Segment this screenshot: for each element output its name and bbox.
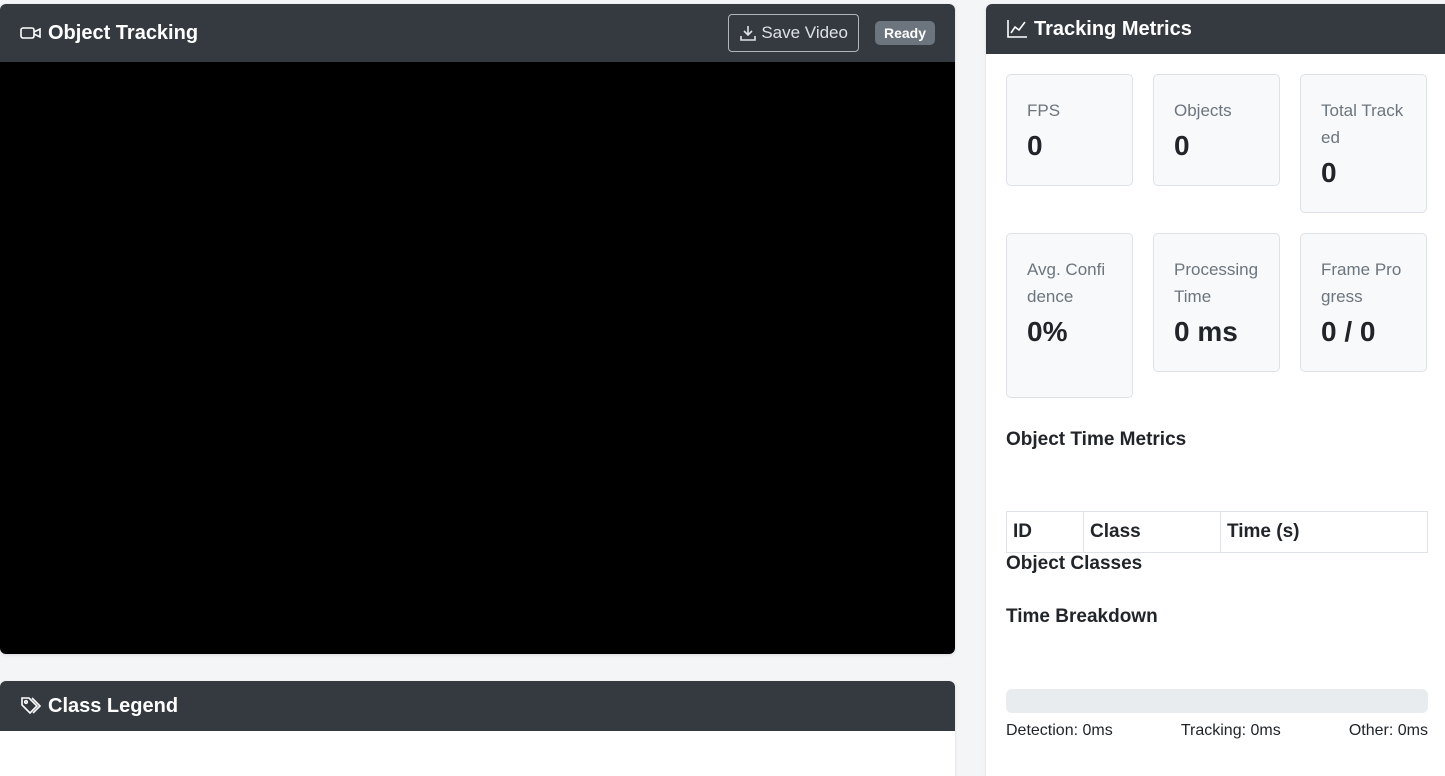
tracking-time-label: Tracking: 0ms — [1180, 722, 1281, 739]
time-breakdown-bar — [1006, 689, 1428, 713]
metric-fps: FPS 0 — [1006, 74, 1133, 186]
tracking-card-header: Object Tracking Save Video Ready — [0, 4, 955, 62]
metric-total-tracked: Total Tracked 0 — [1300, 74, 1427, 213]
metric-frame-progress: Frame Progress 0 / 0 — [1300, 233, 1427, 372]
metrics-title: Tracking Metrics — [1034, 17, 1192, 40]
tags-icon — [20, 696, 42, 716]
video-canvas[interactable] — [0, 62, 955, 654]
table-header-row: ID Class Time (s) — [1006, 511, 1428, 553]
video-camera-icon — [20, 25, 42, 41]
metric-value: 0 — [1174, 130, 1190, 161]
time-breakdown-title: Time Breakdown — [1006, 606, 1158, 627]
status-badge: Ready — [874, 21, 935, 45]
metric-label: Total Tracked — [1321, 101, 1404, 147]
object-classes-title: Object Classes — [1006, 553, 1143, 574]
metric-value: 0 — [1027, 130, 1043, 161]
column-header-class[interactable]: Class — [1083, 511, 1221, 553]
metrics-body: FPS 0 Objects 0 Total Tracked 0 Avg. Con… — [986, 54, 1445, 739]
line-chart-icon — [1006, 19, 1028, 39]
metric-value: 0 ms — [1174, 316, 1238, 347]
metric-objects: Objects 0 — [1153, 74, 1280, 186]
tracking-title: Object Tracking — [48, 21, 199, 44]
object-time-table: ID Class Time (s) — [1006, 511, 1428, 553]
detection-time-label: Detection: 0ms — [1006, 722, 1113, 739]
metric-value: 0 — [1321, 157, 1337, 188]
object-tracking-card: Object Tracking Save Video Ready — [0, 4, 955, 654]
metric-value: 0 / 0 — [1321, 316, 1376, 347]
legend-card-header: Class Legend — [0, 681, 955, 731]
other-time-label: Other: 0ms — [1348, 722, 1428, 739]
object-time-metrics-title: Object Time Metrics — [1006, 429, 1187, 450]
metric-avg-confidence: Avg. Confidence 0% — [1006, 233, 1133, 398]
metric-label: FPS — [1027, 101, 1061, 120]
tracking-metrics-card: Tracking Metrics FPS 0 Objects 0 Total T… — [986, 4, 1445, 776]
metric-label: Frame Progress — [1321, 260, 1402, 306]
metric-label: Objects — [1174, 101, 1232, 120]
metrics-card-header: Tracking Metrics — [986, 4, 1445, 54]
metric-value: 0% — [1027, 316, 1068, 347]
column-header-time[interactable]: Time (s) — [1220, 511, 1428, 553]
column-header-id[interactable]: ID — [1006, 511, 1084, 553]
download-icon — [739, 24, 757, 42]
metric-label: Processing Time — [1174, 260, 1259, 306]
legend-title: Class Legend — [48, 694, 179, 717]
metric-processing-time: Processing Time 0 ms — [1153, 233, 1280, 372]
save-video-label: Save Video — [761, 23, 848, 42]
time-breakdown-labels: Detection: 0ms Tracking: 0ms Other: 0ms — [1006, 722, 1428, 740]
class-legend-card: Class Legend — [0, 681, 955, 776]
save-video-button[interactable]: Save Video — [728, 14, 859, 52]
metric-label: Avg. Confidence — [1027, 260, 1106, 306]
